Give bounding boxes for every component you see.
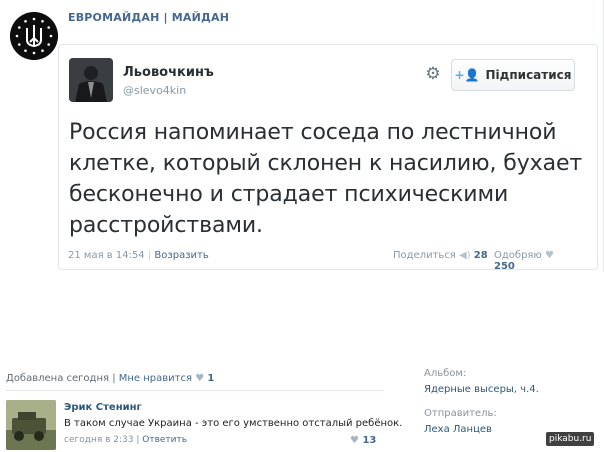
heart-icon[interactable]: ♥ <box>195 373 207 384</box>
author-name[interactable]: Льовочкинъ <box>123 65 214 80</box>
sender-link[interactable]: Леха Ланцев <box>424 424 492 435</box>
like-link[interactable]: Мне нравится <box>119 373 192 384</box>
reply-link[interactable]: Возразить <box>154 250 208 261</box>
photo-info-panel: Добавлена сегодня | Мне нравится ♥ 1 Эри… <box>0 360 604 452</box>
divider <box>6 390 384 391</box>
approve-action[interactable]: Одобряю ♥ 250 <box>494 250 578 272</box>
gear-icon[interactable]: ⚙ <box>424 65 442 83</box>
tweet-footer: 21 мая в 14:54 | Возразить Поделиться ◀)… <box>68 250 578 272</box>
heart-icon: ♥ <box>545 250 555 261</box>
group-avatar[interactable] <box>10 12 58 60</box>
tweet-date[interactable]: 21 мая в 14:54 <box>68 250 145 261</box>
comment-reply-link[interactable]: Ответить <box>142 435 187 445</box>
comment-like[interactable]: ♥ 13 <box>350 435 376 446</box>
embedded-tweet: Льовочкинъ @slevo4kin ⚙ +👤 Підписатися Р… <box>58 44 598 270</box>
comment-meta: сегодня в 2:33 | Ответить <box>64 435 187 445</box>
album-label: Альбом: <box>424 368 467 379</box>
comment-like-count: 13 <box>362 435 377 446</box>
like-count: 1 <box>207 373 215 384</box>
share-label: Поделиться <box>393 250 456 261</box>
added-row: Добавлена сегодня | Мне нравится ♥ 1 <box>6 373 214 384</box>
megaphone-icon: ◀) <box>459 250 471 261</box>
watermark: pikabu.ru <box>546 432 595 446</box>
suit-portrait-icon <box>69 58 113 102</box>
post-card: ЕВРОМАЙДАН | МАЙДАН Льовочкинъ @slevo4ki… <box>0 0 604 272</box>
trident-emblem-icon <box>10 12 58 60</box>
album-link[interactable]: Ядерные высеры, ч.4. <box>424 384 539 395</box>
vehicle-photo-icon <box>6 400 56 450</box>
share-count: 28 <box>473 250 488 261</box>
share-action[interactable]: Поделиться ◀) 28 <box>393 250 488 261</box>
tweet-text: Россия напоминает соседа по лестничной к… <box>69 120 583 238</box>
added-label: Добавлена сегодня <box>6 373 109 384</box>
author-handle[interactable]: @slevo4kin <box>123 84 186 97</box>
group-name-link[interactable]: ЕВРОМАЙДАН | МАЙДАН <box>68 11 229 24</box>
follow-label: Підписатися <box>485 68 572 82</box>
approve-label: Одобряю <box>494 250 542 261</box>
follow-button[interactable]: +👤 Підписатися <box>451 59 575 91</box>
approve-count: 250 <box>494 261 515 272</box>
comment-text: В таком случае Украина - это его умствен… <box>64 418 403 429</box>
tweet-date-row: 21 мая в 14:54 | Возразить <box>68 250 209 261</box>
comment-author[interactable]: Эрик Стенинг <box>64 402 142 413</box>
add-user-icon: +👤 <box>454 68 480 82</box>
comment-avatar[interactable] <box>6 400 56 450</box>
comment-time[interactable]: сегодня в 2:33 <box>64 435 133 445</box>
author-avatar[interactable] <box>69 58 113 102</box>
sender-label: Отправитель: <box>424 408 497 419</box>
heart-icon: ♥ <box>350 435 363 446</box>
